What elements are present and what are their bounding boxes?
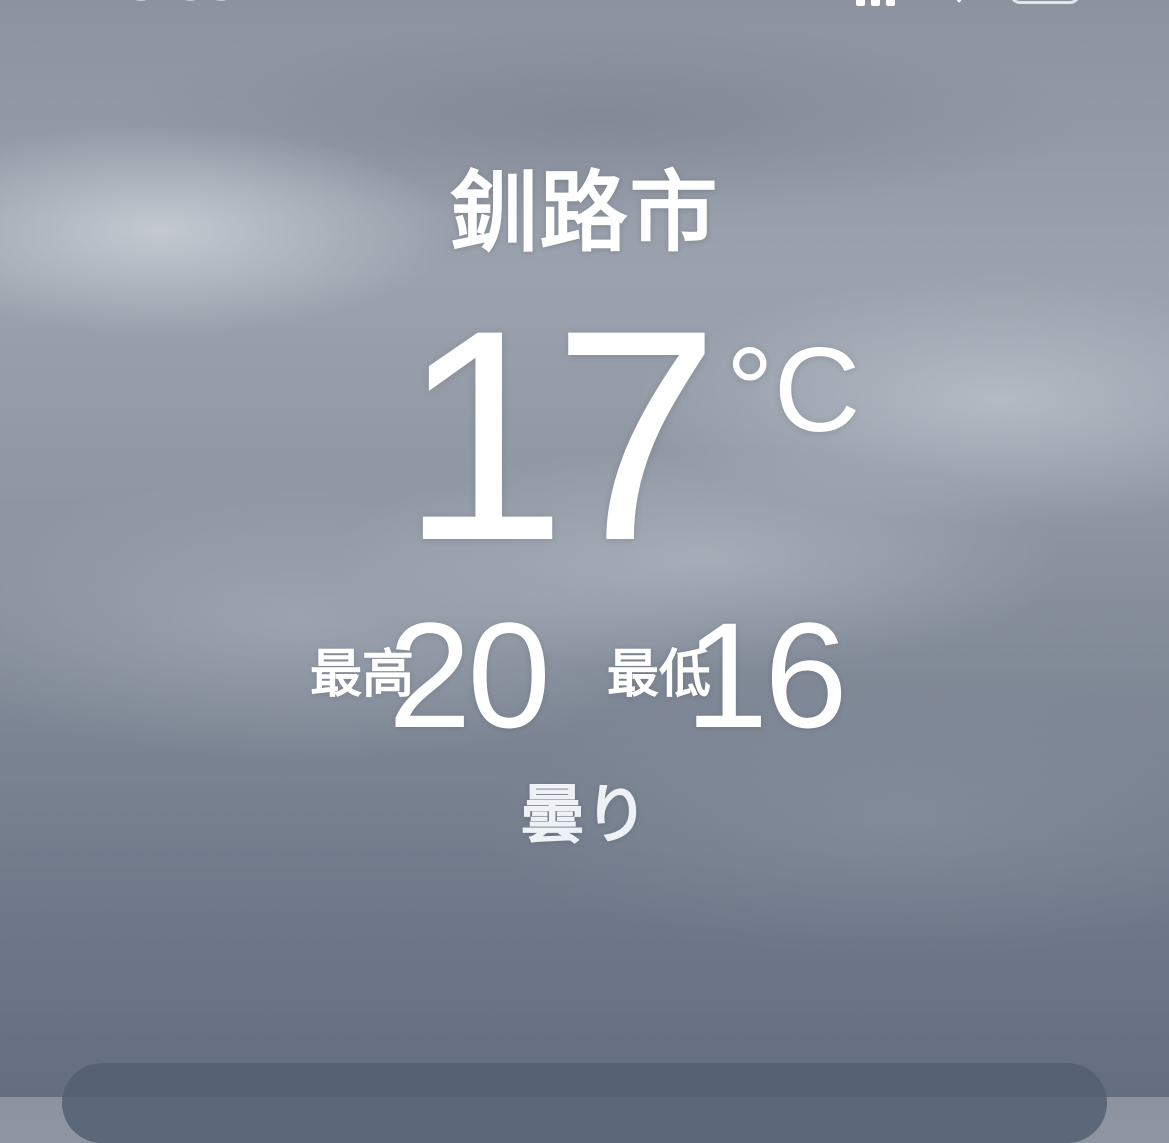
high-temperature: 最高 20 bbox=[310, 591, 551, 759]
battery-icon bbox=[1010, 0, 1080, 4]
temperature-value: 17 bbox=[400, 267, 720, 603]
weather-condition: 曇り bbox=[520, 779, 649, 853]
location-name: 釧路市 bbox=[449, 161, 720, 264]
low-label: 最低 bbox=[606, 645, 711, 705]
low-value: 16 bbox=[684, 591, 848, 759]
forecast-card[interactable] bbox=[62, 1063, 1107, 1143]
high-low-temperatures: 最高 20 最低 16 bbox=[310, 591, 848, 759]
current-temperature: 17 °C bbox=[400, 267, 861, 603]
high-label: 最高 bbox=[310, 645, 415, 705]
signal-icon bbox=[856, 0, 916, 6]
wifi-icon bbox=[956, 0, 962, 3]
low-temperature: 最低 16 bbox=[606, 591, 848, 759]
status-bar: 3:55 bbox=[0, 0, 1169, 10]
high-value: 20 bbox=[388, 591, 551, 759]
status-time: 3:55 bbox=[128, 0, 237, 8]
temperature-unit: °C bbox=[725, 323, 861, 457]
